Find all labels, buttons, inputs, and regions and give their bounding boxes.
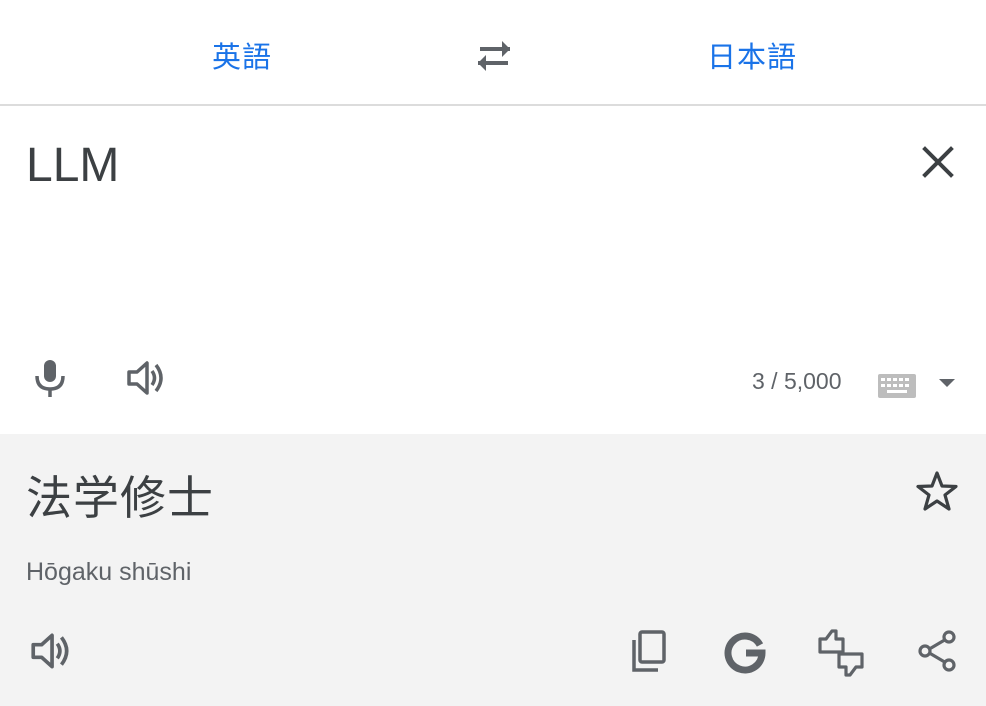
google-search-button[interactable] — [722, 628, 768, 674]
chevron-down-icon — [939, 379, 955, 387]
language-bar: 英語 日本語 — [0, 0, 986, 106]
romanization-text: Hōgaku shūshi — [26, 558, 192, 586]
listen-translation-button[interactable] — [28, 628, 74, 674]
speaker-icon — [127, 361, 163, 395]
translation-text: 法学修士 — [26, 471, 214, 525]
speaker-icon — [31, 633, 69, 669]
rate-translation-button[interactable] — [816, 628, 864, 677]
copy-translation-button[interactable] — [626, 628, 672, 674]
star-icon — [916, 471, 958, 511]
character-count: 3 / 5,000 — [752, 368, 842, 394]
keyboard-icon — [878, 374, 916, 398]
feedback-icon — [818, 629, 864, 677]
source-text-panel: LLM 3 / 5,000 — [0, 106, 986, 434]
source-language-button[interactable]: 英語 — [212, 34, 272, 76]
input-tools-dropdown[interactable] — [936, 376, 958, 390]
translation-panel: 法学修士 Hōgaku shūshi — [0, 434, 986, 706]
listen-source-button[interactable] — [124, 356, 168, 400]
target-language-button[interactable]: 日本語 — [707, 34, 797, 76]
source-text-input[interactable]: LLM — [26, 138, 119, 193]
google-icon — [724, 632, 766, 674]
copy-icon — [632, 630, 666, 672]
save-translation-button[interactable] — [914, 468, 960, 514]
microphone-icon — [35, 360, 65, 397]
swap-languages-button[interactable] — [472, 36, 516, 76]
share-translation-button[interactable] — [914, 628, 960, 674]
keyboard-button[interactable] — [878, 374, 916, 398]
swap-icon — [478, 41, 510, 71]
share-icon — [918, 630, 956, 672]
close-icon — [922, 146, 954, 178]
voice-input-button[interactable] — [28, 356, 72, 400]
clear-text-button[interactable] — [916, 140, 960, 184]
